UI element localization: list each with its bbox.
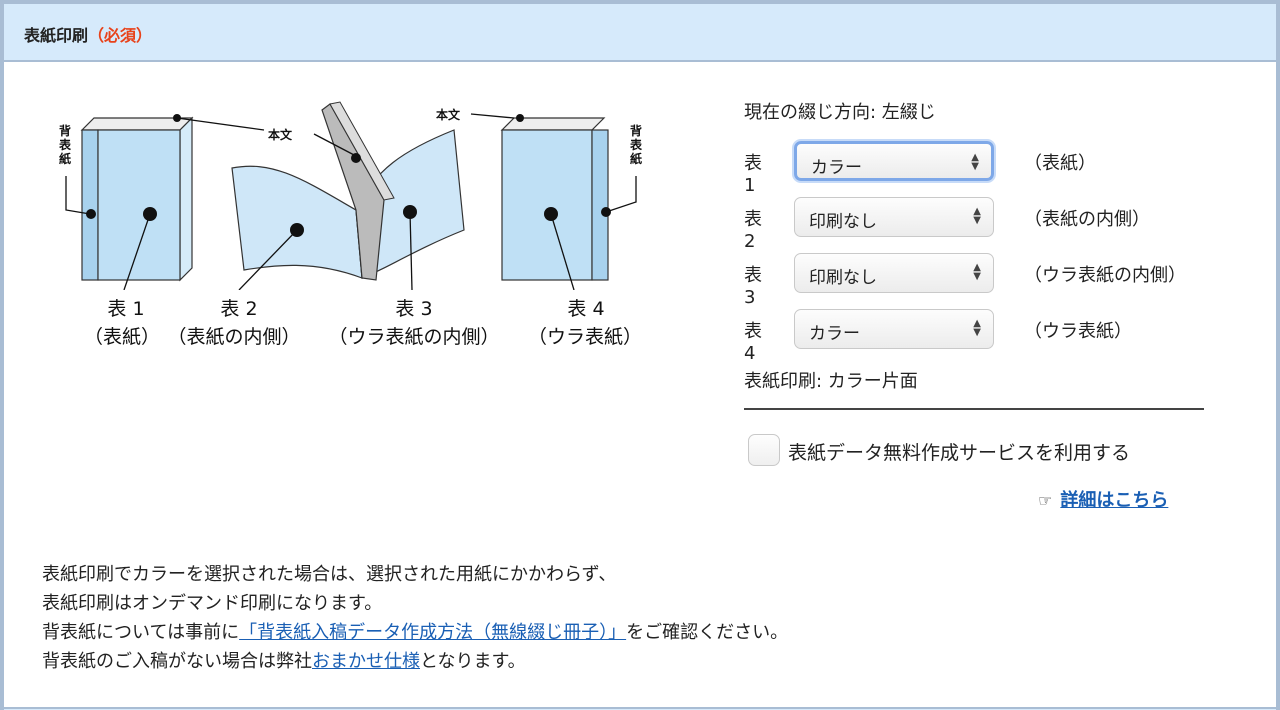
cover-print-summary: 表紙印刷: カラー片面 [744,371,918,392]
panel-title-text: 表紙印刷 [24,26,89,45]
divider [744,408,1204,410]
cover-row-desc: （表紙の内側） [1024,209,1150,230]
note-text: 背表紙のご入稿がない場合は弊社 [42,651,312,672]
cover-row-desc: （表紙） [1024,153,1096,174]
note-text: をご確認ください。 [626,622,789,643]
required-badge: （必須） [88,26,153,45]
select-arrows-icon: ▲ ▼ [973,318,981,338]
note-line-1: 表紙印刷でカラーを選択された場合は、選択された用紙にかかわらず、 [42,564,617,585]
select-value: 印刷なし [809,212,877,232]
select-arrows-icon: ▲ ▼ [971,152,979,172]
spine-char: 背 [629,124,642,138]
omakase-spec-link[interactable]: おまかせ仕様 [312,651,420,672]
spine-label-right: 背 表 紙 [629,124,643,166]
select-value: カラー [809,324,860,344]
spine-data-guide-link[interactable]: 「背表紙入稿データ作成方法（無線綴じ冊子）」 [239,622,626,643]
cover-4-select[interactable]: カラー ▲ ▼ [794,309,994,349]
note-line-2: 表紙印刷はオンデマンド印刷になります。 [42,593,383,614]
spine-char: 紙 [629,152,642,166]
cover-4-desc: （ウラ表紙） [527,326,642,348]
cover-3-select[interactable]: 印刷なし ▲ ▼ [794,253,994,293]
select-value: カラー [811,158,862,178]
honbun-label-2: 本文 [436,108,461,122]
panel-title: 表紙印刷（必須） [24,22,152,46]
notes-block: 表紙印刷でカラーを選択された場合は、選択された用紙にかかわらず、 表紙印刷はオン… [42,560,788,676]
cover-2-select[interactable]: 印刷なし ▲ ▼ [794,197,994,237]
cover-row-desc: （ウラ表紙の内側） [1024,265,1186,286]
cover-row-desc: （ウラ表紙） [1024,321,1132,342]
free-cover-service-checkbox[interactable] [748,434,780,466]
spine-char: 表 [629,138,642,152]
cover-2-desc: （表紙の内側） [167,326,301,348]
detail-link[interactable]: 詳細はこちら [1060,490,1168,511]
cover-3-desc: （ウラ表紙の内側） [328,326,500,348]
cover-row-label: 表1 [744,153,762,196]
note-text: 背表紙については事前に [42,622,240,643]
honbun-label-1: 本文 [268,128,293,142]
panel-header: 表紙印刷（必須） [4,4,1276,62]
cover-row-label: 表2 [744,209,762,252]
cover-2-number: 表 2 [220,298,258,320]
binding-direction: 現在の綴じ方向: 左綴じ [744,102,936,123]
note-text: となります。 [420,651,526,672]
note-line-3: 背表紙については事前に「背表紙入稿データ作成方法（無線綴じ冊子）」をご確認くださ… [42,618,788,647]
cover-diagram: 本文 本文 背 表 紙 背 表 紙 表 1 （表紙） 表 2 （表紙の内側） 表… [44,90,684,360]
cover-row-label: 表3 [744,265,762,308]
spine-char: 表 [58,138,71,152]
free-cover-service-label[interactable]: 表紙データ無料作成サービスを利用する [788,438,1130,465]
cover-row-label: 表4 [744,321,762,364]
spine-label-left: 背 表 紙 [58,124,72,166]
spine-char: 背 [58,124,71,138]
note-line-4: 背表紙のご入稿がない場合は弊社おまかせ仕様となります。 [42,647,788,676]
select-arrows-icon: ▲ ▼ [973,262,981,282]
book-illustration [65,101,637,290]
spine-char: 紙 [58,152,71,166]
cover-print-panel: 表紙印刷（必須） 本文 本文 背 表 紙 背 表 紙 表 1 （表紙） 表 2 … [0,0,1280,710]
select-arrows-icon: ▲ ▼ [973,206,981,226]
pointing-hand-icon: ☞ [1038,491,1053,510]
cover-3-number: 表 3 [395,298,433,320]
cover-1-select[interactable]: カラー ▲ ▼ [794,141,994,181]
detail-link-row: ☞ 詳細はこちら [1038,486,1168,512]
cover-4-number: 表 4 [567,298,605,320]
cover-1-number: 表 1 [107,298,145,320]
select-value: 印刷なし [809,268,877,288]
